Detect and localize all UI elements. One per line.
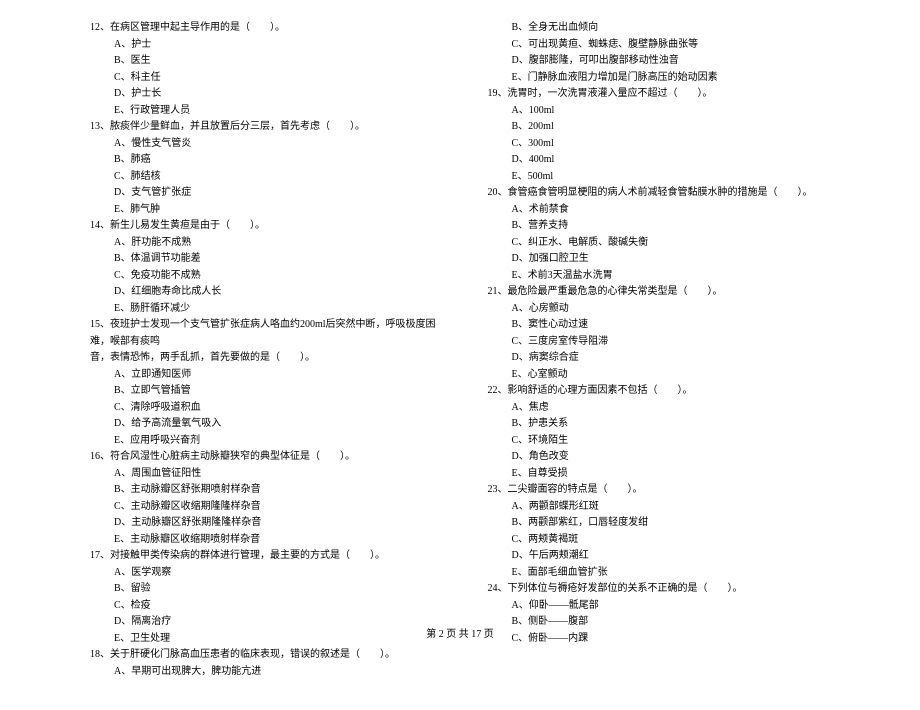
q23-stem: 23、二尖瓣面容的特点是（ ）。	[488, 482, 851, 499]
q12-opt-b: B、医生	[90, 53, 453, 70]
q19-stem: 19、洗胃时，一次洗胃液灌入量应不超过（ ）。	[488, 86, 851, 103]
q23-opt-b: B、两颧部紫红，口唇轻度发绀	[488, 515, 851, 532]
q14-opt-a: A、肝功能不成熟	[90, 235, 453, 252]
q15-opt-d: D、给予高流量氧气吸入	[90, 416, 453, 433]
q23-opt-d: D、午后两颊潮红	[488, 548, 851, 565]
q12-stem: 12、在病区管理中起主导作用的是（ ）。	[90, 20, 453, 37]
q23-opt-e: E、面部毛细血管扩张	[488, 565, 851, 582]
right-column: B、全身无出血倾向 C、可出现黄疸、蜘蛛痣、腹壁静脉曲张等 D、腹部膨隆，可叩出…	[478, 20, 851, 680]
q14-opt-c: C、免疫功能不成熟	[90, 268, 453, 285]
q24-stem: 24、下列体位与褥疮好发部位的关系不正确的是（ ）。	[488, 581, 851, 598]
q14-opt-e: E、肠肝循环减少	[90, 301, 453, 318]
q22-opt-a: A、焦虑	[488, 400, 851, 417]
q22-opt-b: B、护患关系	[488, 416, 851, 433]
q23-opt-a: A、两颧部蝶形红斑	[488, 499, 851, 516]
q16-opt-e: E、主动脉瓣区收缩期喷射样杂音	[90, 532, 453, 549]
q21-opt-b: B、窦性心动过速	[488, 317, 851, 334]
q20-opt-c: C、纠正水、电解质、酸碱失衡	[488, 235, 851, 252]
q19-opt-d: D、400ml	[488, 152, 851, 169]
q21-opt-c: C、三度房室传导阻滞	[488, 334, 851, 351]
q12-opt-c: C、科主任	[90, 70, 453, 87]
q20-opt-e: E、术前3天温盐水洗胃	[488, 268, 851, 285]
q16-opt-b: B、主动脉瓣区舒张期喷射样杂音	[90, 482, 453, 499]
q18-opt-c: C、可出现黄疸、蜘蛛痣、腹壁静脉曲张等	[488, 37, 851, 54]
q13-opt-a: A、慢性支气管炎	[90, 136, 453, 153]
q16-opt-c: C、主动脉瓣区收缩期隆隆样杂音	[90, 499, 453, 516]
q20-opt-a: A、术前禁食	[488, 202, 851, 219]
q24-opt-a: A、仰卧——骶尾部	[488, 598, 851, 615]
q21-stem: 21、最危险最严重最危急的心律失常类型是（ ）。	[488, 284, 851, 301]
q14-stem: 14、新生儿易发生黄疸是由于（ ）。	[90, 218, 453, 235]
q19-opt-a: A、100ml	[488, 103, 851, 120]
q22-opt-c: C、环境陌生	[488, 433, 851, 450]
q14-opt-d: D、红细胞寿命比成人长	[90, 284, 453, 301]
q15-opt-b: B、立即气管插管	[90, 383, 453, 400]
q16-stem: 16、符合风湿性心脏病主动脉瓣狭窄的典型体征是（ ）。	[90, 449, 453, 466]
q20-opt-b: B、营养支持	[488, 218, 851, 235]
q22-stem: 22、影响舒适的心理方面因素不包括（ ）。	[488, 383, 851, 400]
q13-opt-d: D、支气管扩张症	[90, 185, 453, 202]
q13-opt-b: B、肺癌	[90, 152, 453, 169]
q21-opt-e: E、心室颤动	[488, 367, 851, 384]
q15-stem-line2: 音，表情恐怖，两手乱抓，首先要做的是（ ）。	[90, 350, 453, 367]
q19-opt-b: B、200ml	[488, 119, 851, 136]
q18-stem: 18、关于肝硬化门脉高血压患者的临床表现，错误的叙述是（ ）。	[90, 647, 453, 664]
q12-opt-a: A、护士	[90, 37, 453, 54]
q23-opt-c: C、两颊黄褐斑	[488, 532, 851, 549]
q19-opt-e: E、500ml	[488, 169, 851, 186]
q12-opt-e: E、行政管理人员	[90, 103, 453, 120]
q20-stem: 20、食管癌食管明显梗阻的病人术前减轻食管黏膜水肿的措施是（ ）。	[488, 185, 851, 202]
q21-opt-d: D、病窦综合症	[488, 350, 851, 367]
q22-opt-d: D、角色改变	[488, 449, 851, 466]
q15-stem-line1: 15、夜班护士发现一个支气管扩张症病人咯血约200ml后突然中断，呼吸极度困难，…	[90, 317, 453, 350]
q15-opt-e: E、应用呼吸兴奋剂	[90, 433, 453, 450]
q13-opt-c: C、肺结核	[90, 169, 453, 186]
page-footer: 第 2 页 共 17 页	[0, 625, 920, 640]
q13-opt-e: E、肺气肿	[90, 202, 453, 219]
q19-opt-c: C、300ml	[488, 136, 851, 153]
q18-opt-a: A、早期可出现脾大，脾功能亢进	[90, 664, 453, 681]
q18-opt-e: E、门静脉血液阻力增加是门脉高压的始动因素	[488, 70, 851, 87]
q12-opt-d: D、护士长	[90, 86, 453, 103]
q18-opt-d: D、腹部膨隆，可叩出腹部移动性浊音	[488, 53, 851, 70]
left-column: 12、在病区管理中起主导作用的是（ ）。 A、护士 B、医生 C、科主任 D、护…	[90, 20, 478, 680]
q14-opt-b: B、体温调节功能差	[90, 251, 453, 268]
q17-opt-a: A、医学观察	[90, 565, 453, 582]
q22-opt-e: E、自尊受损	[488, 466, 851, 483]
q17-stem: 17、对接触甲类传染病的群体进行管理，最主要的方式是（ ）。	[90, 548, 453, 565]
q21-opt-a: A、心房颤动	[488, 301, 851, 318]
q16-opt-a: A、周围血管征阳性	[90, 466, 453, 483]
q17-opt-c: C、检疫	[90, 598, 453, 615]
q18-opt-b: B、全身无出血倾向	[488, 20, 851, 37]
q16-opt-d: D、主动脉瓣区舒张期隆隆样杂音	[90, 515, 453, 532]
q20-opt-d: D、加强口腔卫生	[488, 251, 851, 268]
q13-stem: 13、脓痰伴少量鲜血，并且放置后分三层，首先考虑（ ）。	[90, 119, 453, 136]
q15-opt-a: A、立即通知医师	[90, 367, 453, 384]
q17-opt-b: B、留验	[90, 581, 453, 598]
q15-opt-c: C、清除呼吸道积血	[90, 400, 453, 417]
